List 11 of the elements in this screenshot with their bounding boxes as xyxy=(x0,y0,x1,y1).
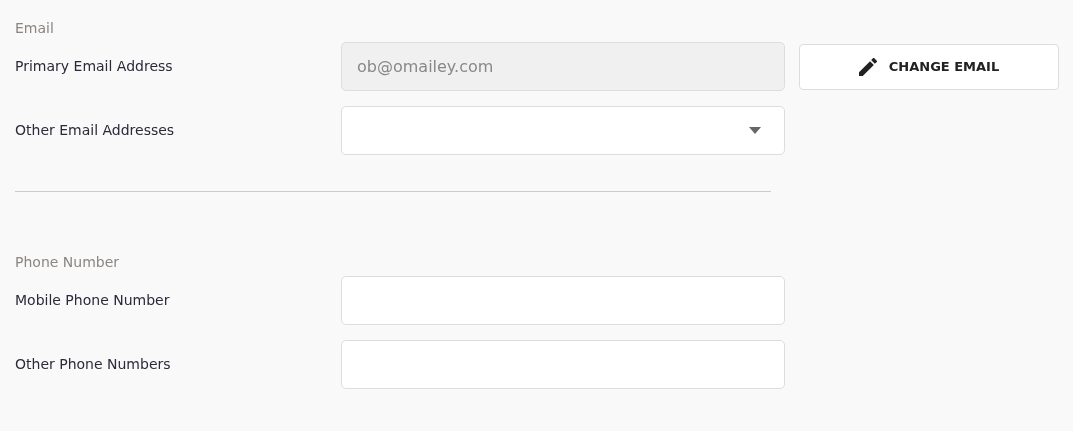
field-label: Primary Email Address xyxy=(15,57,174,76)
section-title: Phone Number xyxy=(15,253,121,272)
input-field[interactable] xyxy=(341,276,785,325)
caret-icon xyxy=(749,127,761,134)
pencil-icon xyxy=(858,58,877,76)
section-title: Email xyxy=(15,19,55,38)
field-label: Mobile Phone Number xyxy=(15,291,171,310)
input-field[interactable] xyxy=(341,340,785,389)
dropdown-field[interactable] xyxy=(341,106,785,155)
field-label: Other Email Addresses xyxy=(15,121,176,140)
field-label: Other Phone Numbers xyxy=(15,355,172,374)
